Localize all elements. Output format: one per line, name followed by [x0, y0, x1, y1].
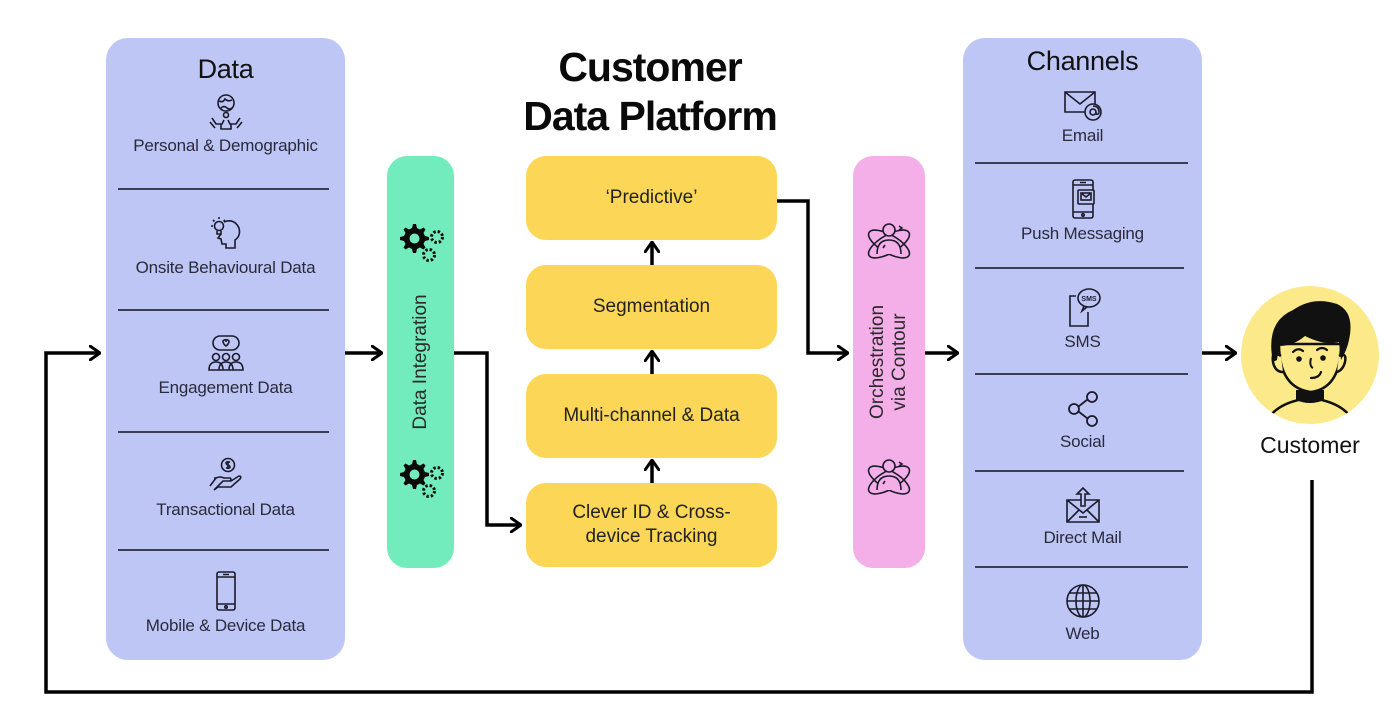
- cdp-title: Customer Data Platform: [500, 43, 800, 141]
- data-item-label: Engagement Data: [158, 378, 293, 397]
- divider: [118, 431, 329, 433]
- divider: [118, 309, 329, 311]
- divider: [975, 162, 1188, 164]
- data-item-personal: Personal & Demographic: [106, 92, 345, 156]
- data-item-mobile: Mobile & Device Data: [106, 570, 345, 636]
- channel-email: Email: [963, 88, 1202, 146]
- email-at-icon: [1063, 91, 1102, 121]
- envelope-upload-icon: [1065, 486, 1100, 523]
- customer-label: Customer: [1260, 432, 1360, 458]
- data-panel: Data Personal & Demographic Onsite Behav…: [106, 38, 345, 660]
- channel-label: Email: [1061, 126, 1104, 145]
- group-chat-heart-icon: [207, 335, 244, 371]
- data-item-transactional: Transactional Data: [106, 456, 345, 520]
- data-item-engagement: Engagement Data: [106, 334, 345, 398]
- share-icon: [1067, 391, 1098, 427]
- mobile-phone-icon: [215, 571, 236, 611]
- predictive-to-orchestration-arrow: [777, 199, 848, 353]
- divider: [118, 549, 329, 551]
- platform-step-multichannel: Multi-channel & Data: [526, 374, 777, 458]
- divider: [975, 566, 1188, 568]
- divider: [118, 188, 329, 190]
- data-item-label: Personal & Demographic: [133, 136, 318, 155]
- channel-push: Push Messaging: [963, 178, 1202, 244]
- divider: [975, 267, 1184, 269]
- channel-label: Social: [1059, 432, 1106, 451]
- channels-panel: Channels Email Push Messaging SMS SMS So…: [963, 38, 1202, 660]
- platform-step-segmentation: Segmentation: [526, 265, 777, 349]
- orchestration-label: Orchestration via Contour: [867, 305, 911, 419]
- orchestration-stage: Orchestration via Contour: [853, 156, 925, 568]
- channel-label: SMS: [1064, 332, 1101, 351]
- customer-avatar: [1241, 286, 1379, 424]
- data-item-onsite: Onsite Behavioural Data: [106, 214, 345, 278]
- channel-label: Direct Mail: [1043, 528, 1122, 547]
- platform-step-clever-id: Clever ID & Cross-device Tracking: [526, 483, 777, 567]
- divider: [975, 470, 1184, 472]
- integration-to-cleverid-arrow: [454, 351, 521, 525]
- gears-icon: [400, 460, 444, 498]
- orchestration-label-line1: Orchestration: [867, 304, 889, 420]
- data-integration-stage: Data Integration: [387, 156, 454, 568]
- channel-label: Web: [1065, 624, 1100, 643]
- svg-text:SMS: SMS: [1081, 296, 1097, 303]
- channel-label: Push Messaging: [1021, 224, 1144, 243]
- channel-sms: SMS SMS: [963, 286, 1202, 352]
- data-item-label: Transactional Data: [156, 500, 295, 519]
- gears-icon: [400, 224, 444, 262]
- cdp-title-line1: Customer: [558, 44, 742, 90]
- orchestration-label-line2: via Contour: [889, 313, 910, 411]
- channels-panel-title: Channels: [1026, 46, 1139, 76]
- data-integration-label: Data Integration: [409, 294, 431, 430]
- channel-social: Social: [963, 390, 1202, 452]
- sms-bubble-icon: SMS: [1068, 288, 1101, 327]
- hand-coin-icon: [208, 457, 242, 491]
- globe-icon: [1065, 584, 1100, 618]
- head-lightbulb-icon: [210, 217, 240, 249]
- data-item-label: Mobile & Device Data: [145, 616, 306, 635]
- globe-hands-icon: [208, 94, 243, 130]
- customer-avatar-icon: [1263, 301, 1357, 424]
- cdp-title-line2: Data Platform: [523, 93, 778, 140]
- person-orbit-icon: [867, 223, 911, 259]
- person-orbit-icon: [867, 459, 911, 495]
- data-panel-title: Data: [197, 54, 254, 84]
- channel-direct-mail: Direct Mail: [963, 486, 1202, 548]
- phone-message-icon: [1071, 179, 1095, 219]
- divider: [975, 373, 1188, 375]
- data-item-label: Onsite Behavioural Data: [135, 258, 316, 277]
- channel-web: Web: [963, 582, 1202, 644]
- platform-step-predictive: ‘Predictive’: [526, 156, 777, 240]
